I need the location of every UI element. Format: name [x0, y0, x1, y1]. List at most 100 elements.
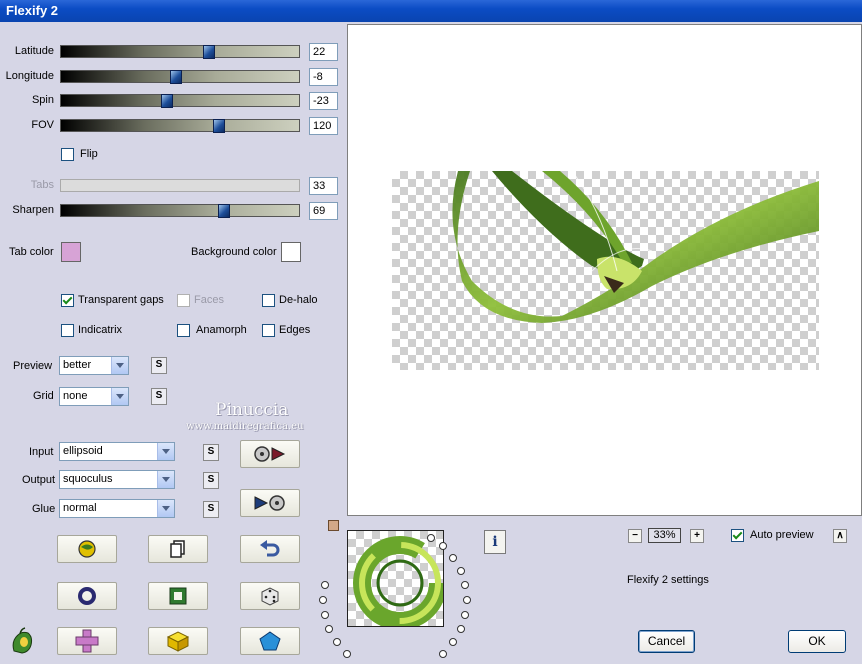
- play-output-button[interactable]: [240, 489, 300, 517]
- latitude-slider[interactable]: [60, 45, 300, 59]
- longitude-label: Longitude: [5, 70, 54, 82]
- faces-label: Faces: [194, 294, 224, 306]
- watermark-name: Pinuccia: [215, 400, 289, 420]
- play-disc-icon: [254, 495, 285, 511]
- input-select-value: ellipsoid: [63, 445, 103, 457]
- fov-slider[interactable]: [60, 119, 300, 133]
- navigator-dot[interactable]: [463, 596, 471, 604]
- play-input-button[interactable]: [240, 440, 300, 468]
- zoom-in-button[interactable]: +: [690, 529, 704, 543]
- output-s-button[interactable]: S: [203, 472, 219, 489]
- navigator-dot[interactable]: [461, 581, 470, 590]
- navigator-dot[interactable]: [456, 625, 465, 634]
- spin-value[interactable]: -23: [309, 92, 338, 110]
- tab-color-swatch[interactable]: [61, 242, 81, 262]
- zoom-out-button[interactable]: −: [628, 529, 642, 543]
- output-select-value: squoculus: [63, 473, 113, 485]
- ring-icon: [78, 587, 96, 605]
- spin-slider[interactable]: [60, 94, 300, 108]
- sharpen-slider[interactable]: [60, 204, 300, 218]
- cube-button[interactable]: [148, 627, 208, 655]
- navigator-dot[interactable]: [456, 566, 465, 575]
- cancel-button[interactable]: Cancel: [638, 630, 695, 653]
- longitude-slider-thumb[interactable]: [170, 70, 182, 84]
- chevron-down-icon[interactable]: [157, 471, 174, 488]
- fov-value[interactable]: 120: [309, 117, 338, 135]
- frame-button[interactable]: [148, 582, 208, 610]
- longitude-value[interactable]: -8: [309, 68, 338, 86]
- navigator-dot[interactable]: [320, 610, 329, 619]
- edges-label: Edges: [279, 324, 311, 336]
- flip-checkbox[interactable]: [61, 148, 74, 161]
- chevron-down-icon[interactable]: [157, 443, 174, 460]
- input-s-button[interactable]: S: [203, 444, 219, 461]
- undo-icon: [260, 540, 280, 557]
- preview-image[interactable]: [392, 171, 819, 370]
- navigator-dot[interactable]: [332, 638, 341, 647]
- output-label: Output: [22, 474, 56, 486]
- navigator-dot[interactable]: [439, 542, 448, 551]
- latitude-slider-thumb[interactable]: [203, 45, 215, 59]
- preview-s-button[interactable]: S: [151, 357, 167, 374]
- sharpen-slider-thumb[interactable]: [218, 204, 230, 218]
- ring-button[interactable]: [57, 582, 117, 610]
- navigator-dot[interactable]: [319, 596, 327, 604]
- navigator-dot[interactable]: [320, 581, 329, 590]
- grid-s-button[interactable]: S: [151, 388, 167, 405]
- navigator-thumbnail[interactable]: [347, 530, 444, 627]
- navigator-dot[interactable]: [427, 533, 435, 542]
- info-button[interactable]: i: [484, 530, 506, 554]
- undo-button[interactable]: [240, 535, 300, 563]
- edges-checkbox[interactable]: [262, 324, 275, 337]
- navigator-dot[interactable]: [449, 638, 458, 647]
- ok-button[interactable]: OK: [788, 630, 846, 653]
- longitude-slider[interactable]: [60, 70, 300, 84]
- chevron-down-icon[interactable]: [157, 500, 174, 517]
- preview-canvas[interactable]: [347, 24, 862, 516]
- pentagon-button[interactable]: [240, 627, 300, 655]
- grid-select[interactable]: none: [59, 387, 129, 406]
- tabs-value[interactable]: 33: [309, 177, 338, 195]
- add-button[interactable]: [57, 627, 117, 655]
- flexified-image: [452, 171, 819, 323]
- dice-button[interactable]: [240, 582, 300, 610]
- globe-icon: [78, 540, 96, 558]
- zoom-value[interactable]: 33%: [648, 528, 681, 543]
- latitude-value[interactable]: 22: [309, 43, 338, 61]
- spin-slider-thumb[interactable]: [161, 94, 173, 108]
- de-halo-checkbox[interactable]: [262, 294, 275, 307]
- copy-button[interactable]: [148, 535, 208, 563]
- chevron-down-icon[interactable]: [111, 357, 128, 374]
- auto-preview-label: Auto preview: [750, 529, 814, 541]
- tabs-slider[interactable]: [60, 179, 300, 192]
- sharpen-value[interactable]: 69: [309, 202, 338, 220]
- fov-label: FOV: [31, 119, 54, 131]
- collapse-button[interactable]: ∧: [833, 529, 847, 543]
- input-label: Input: [29, 446, 54, 458]
- preview-label: Preview: [13, 360, 53, 372]
- navigator-dot[interactable]: [449, 553, 458, 562]
- navigator-handle[interactable]: [328, 520, 339, 531]
- input-select[interactable]: ellipsoid: [59, 442, 175, 461]
- anamorph-checkbox[interactable]: [177, 324, 190, 337]
- background-color-swatch[interactable]: [281, 242, 301, 262]
- transparent-gaps-checkbox[interactable]: [61, 294, 74, 307]
- latitude-label: Latitude: [14, 45, 54, 57]
- navigator-dot[interactable]: [439, 649, 448, 658]
- navigator-dot[interactable]: [461, 610, 470, 619]
- indicatrix-checkbox[interactable]: [61, 324, 74, 337]
- glue-s-button[interactable]: S: [203, 501, 219, 518]
- chevron-down-icon[interactable]: [111, 388, 128, 405]
- tabs-label: Tabs: [30, 179, 54, 191]
- plugin-logo-icon: [12, 627, 33, 654]
- faces-checkbox[interactable]: [177, 294, 190, 307]
- navigator-dot[interactable]: [342, 649, 351, 658]
- navigator-dot[interactable]: [325, 625, 334, 634]
- output-select[interactable]: squoculus: [59, 470, 175, 489]
- logo: [9, 627, 35, 655]
- fov-slider-thumb[interactable]: [213, 119, 225, 133]
- preview-select[interactable]: better: [59, 356, 129, 375]
- glue-select[interactable]: normal: [59, 499, 175, 518]
- randomize-globe-button[interactable]: [57, 535, 117, 563]
- auto-preview-checkbox[interactable]: [731, 529, 744, 542]
